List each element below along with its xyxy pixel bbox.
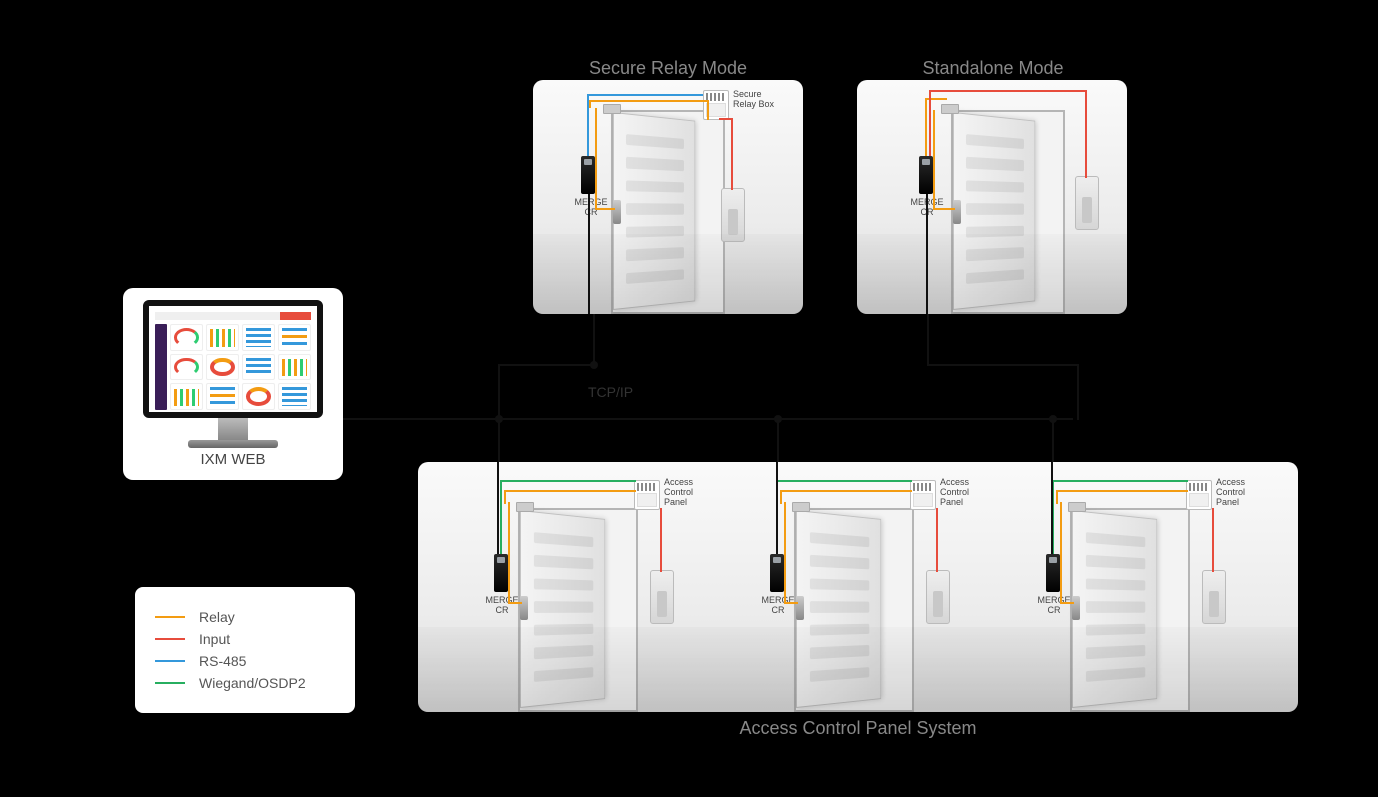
acp-icon	[634, 480, 660, 510]
ixm-web-label: IXM WEB	[123, 451, 343, 468]
bus-stub	[498, 364, 500, 420]
merge-cr-label: MERGE CR	[480, 596, 524, 616]
bus-stub	[593, 314, 595, 366]
door-sensor-icon	[603, 104, 621, 114]
merge-cr-reader-icon	[919, 156, 933, 194]
exit-device-icon	[721, 188, 745, 242]
door-sensor-icon	[792, 502, 810, 512]
merge-cr-reader-icon	[770, 554, 784, 592]
exit-device-icon	[1202, 570, 1226, 624]
merge-cr-label: MERGE CR	[756, 596, 800, 616]
legend-panel: Relay Input RS-485 Wiegand/OSDP2	[135, 587, 355, 713]
legend-swatch-wiegand	[155, 682, 185, 684]
legend-label-relay: Relay	[199, 609, 235, 625]
bus-stub	[498, 418, 500, 468]
door-strike-icon	[520, 596, 528, 620]
door-strike-icon	[796, 596, 804, 620]
ixm-web-panel: IXM WEB	[123, 288, 343, 480]
title-acps: Access Control Panel System	[418, 718, 1298, 739]
legend-swatch-relay	[155, 616, 185, 618]
bus-stub	[777, 418, 779, 468]
door-strike-icon	[613, 200, 621, 224]
acp-label: Access Control Panel	[940, 478, 990, 508]
bus-stub	[927, 364, 1079, 366]
legend-label-rs485: RS-485	[199, 653, 246, 669]
scene-standalone: MERGE CR	[857, 80, 1127, 314]
title-secure-relay-mode: Secure Relay Mode	[533, 58, 803, 79]
merge-cr-label: MERGE CR	[1032, 596, 1076, 616]
secure-relay-box-label: Secure Relay Box	[733, 90, 789, 110]
tcpip-label: TCP/IP	[588, 384, 633, 400]
bus-stub	[1052, 418, 1054, 468]
monitor-icon	[143, 300, 323, 448]
legend-label-wiegand: Wiegand/OSDP2	[199, 675, 306, 691]
exit-device-icon	[926, 570, 950, 624]
door-sensor-icon	[941, 104, 959, 114]
tcpip-bus	[343, 418, 1073, 420]
exit-device-icon	[1075, 176, 1099, 230]
bus-stub	[1077, 364, 1079, 420]
title-standalone-mode: Standalone Mode	[858, 58, 1128, 79]
door-sensor-icon	[1068, 502, 1086, 512]
merge-cr-reader-icon	[1046, 554, 1060, 592]
merge-cr-reader-icon	[581, 156, 595, 194]
acp-icon	[910, 480, 936, 510]
acp-label: Access Control Panel	[1216, 478, 1266, 508]
legend-swatch-rs485	[155, 660, 185, 662]
bus-stub	[499, 364, 595, 366]
legend-label-input: Input	[199, 631, 230, 647]
scene-acps: MERGE CR Access Control Panel MERGE CR A…	[418, 462, 1298, 712]
acp-icon	[1186, 480, 1212, 510]
door-strike-icon	[1072, 596, 1080, 620]
scene-secure-relay: MERGE CR Secure Relay Box	[533, 80, 803, 314]
bus-stub	[927, 314, 929, 366]
merge-cr-reader-icon	[494, 554, 508, 592]
door-strike-icon	[953, 200, 961, 224]
exit-device-icon	[650, 570, 674, 624]
door-sensor-icon	[516, 502, 534, 512]
acp-label: Access Control Panel	[664, 478, 714, 508]
legend-swatch-input	[155, 638, 185, 640]
